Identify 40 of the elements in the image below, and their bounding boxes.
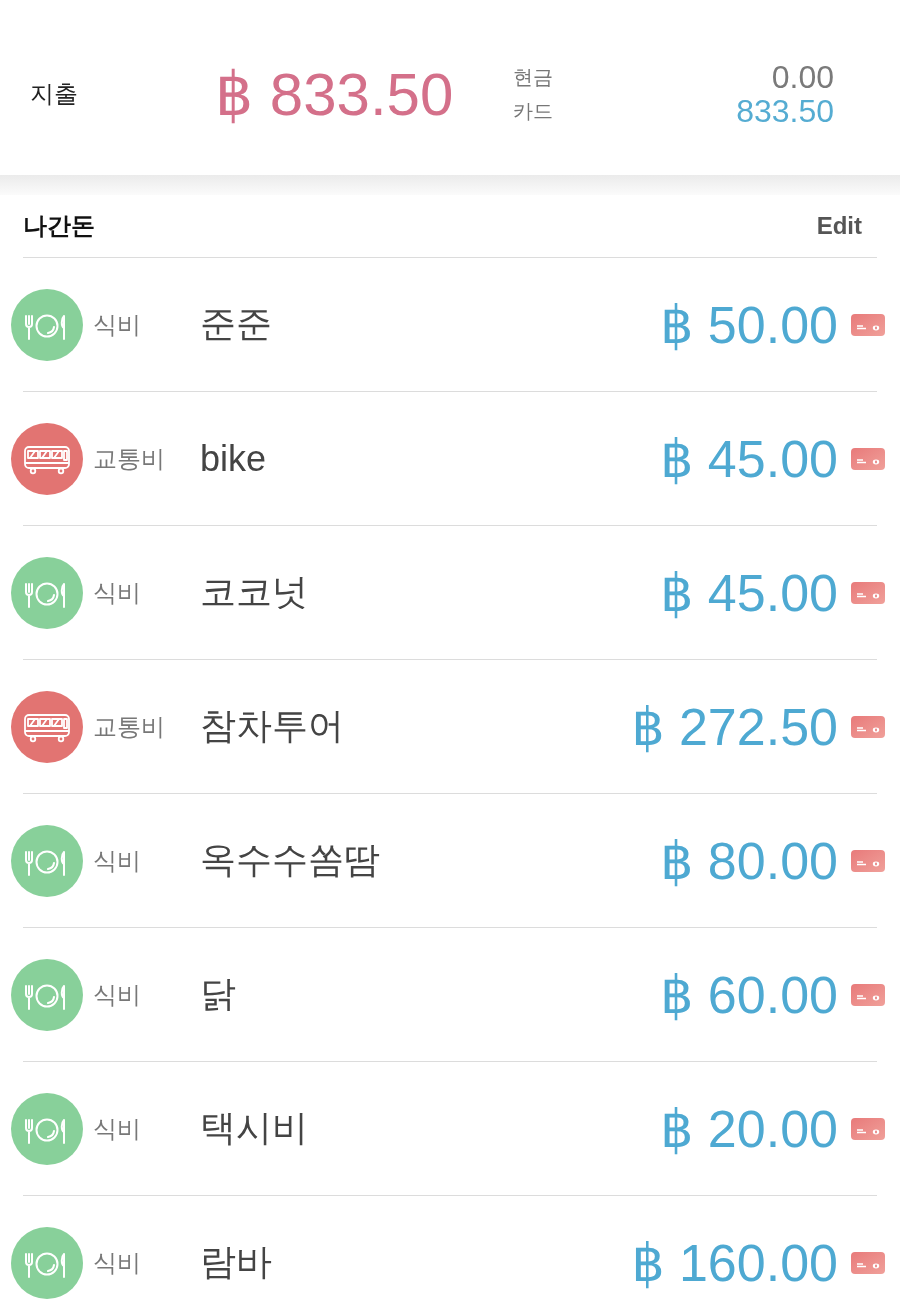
credit-card-icon: [851, 313, 885, 336]
category-label: 식비: [93, 309, 142, 340]
header-label: 지출: [29, 78, 79, 109]
expense-name: 참차투어: [200, 704, 345, 748]
credit-card-icon: [851, 1117, 885, 1140]
expense-amount: ฿ 45.00: [660, 428, 838, 489]
credit-card-icon: [851, 447, 885, 470]
category-label: 식비: [93, 577, 142, 608]
expense-name: 택시비: [200, 1106, 309, 1150]
payment-type-amount: 833.50: [735, 93, 834, 128]
expense-name: 닭: [200, 972, 237, 1016]
expense-amount: ฿ 20.00: [660, 1098, 838, 1159]
expense-name: 준준: [200, 302, 273, 346]
category-label: 식비: [93, 845, 142, 876]
payment-type-amount: 0.00: [770, 59, 834, 94]
credit-card-icon: [851, 715, 885, 738]
expense-amount: ฿ 50.00: [660, 294, 838, 355]
total-amount: ฿ 833.50: [215, 59, 455, 129]
category-label: 식비: [93, 1113, 142, 1144]
category-label: 교통비: [93, 443, 166, 474]
expense-amount: ฿ 80.00: [660, 830, 838, 891]
credit-card-icon: [851, 983, 885, 1006]
expense-name: 람바: [200, 1240, 273, 1284]
category-label: 교통비: [93, 711, 166, 742]
expense-name: 코코넛: [200, 570, 309, 614]
category-label: 식비: [93, 979, 142, 1010]
expense-name: bike: [200, 437, 268, 480]
credit-card-icon: [851, 849, 885, 872]
expense-amount: ฿ 60.00: [660, 964, 838, 1025]
expense-name: 옥수수쏨땀: [200, 838, 381, 882]
section-title: 나간돈: [23, 211, 95, 241]
expense-amount: ฿ 160.00: [631, 1232, 838, 1293]
payment-type-label: 카드: [513, 98, 553, 124]
payment-type-label: 현금: [513, 64, 553, 90]
credit-card-icon: [851, 1251, 885, 1274]
expense-amount: ฿ 45.00: [660, 562, 838, 623]
credit-card-icon: [851, 581, 885, 604]
category-label: 식비: [93, 1247, 142, 1278]
edit-button[interactable]: Edit: [816, 212, 862, 240]
expense-amount: ฿ 272.50: [631, 696, 838, 757]
